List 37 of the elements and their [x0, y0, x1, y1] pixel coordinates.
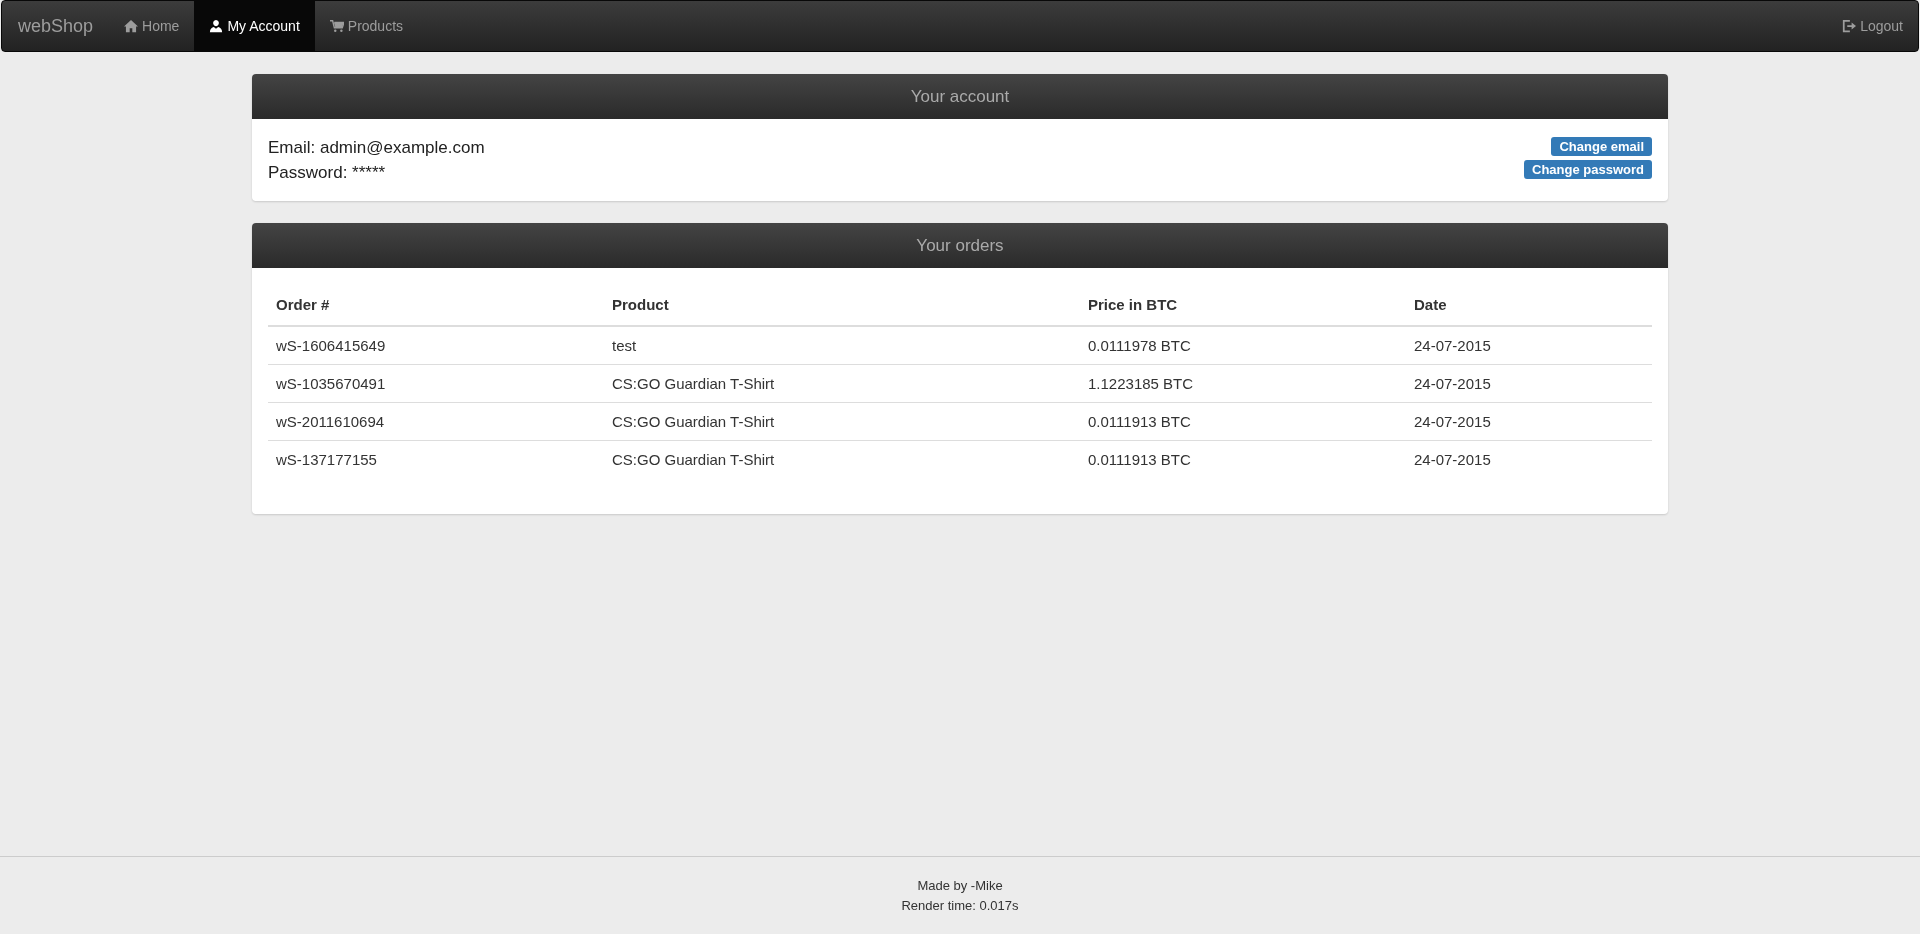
- column-header: Product: [604, 284, 1080, 326]
- table-cell: 24-07-2015: [1406, 402, 1652, 441]
- nav-link[interactable]: My Account: [194, 1, 315, 51]
- table-cell: wS-2011610694: [268, 402, 604, 441]
- change-button[interactable]: Change password: [1524, 160, 1652, 179]
- column-header: Order #: [268, 284, 604, 326]
- table-cell: 24-07-2015: [1406, 326, 1652, 365]
- table-cell: 0.0111913 BTC: [1080, 402, 1406, 441]
- footer-text: Render time: 0.017s: [901, 896, 1019, 915]
- nav-link[interactable]: Home: [109, 1, 195, 51]
- footer-text: Made by -Mike: [917, 876, 1003, 895]
- table-cell: test: [604, 326, 1080, 365]
- table-cell: wS-137177155: [268, 440, 604, 478]
- table-cell: CS:GO Guardian T-Shirt: [604, 402, 1080, 441]
- cart-icon: [329, 19, 344, 33]
- panel-title: Your account: [252, 74, 1668, 119]
- logout-icon: [1842, 19, 1857, 33]
- column-header: Date: [1406, 284, 1652, 326]
- column-header: Price in BTC: [1080, 284, 1406, 326]
- panel-title: Your orders: [252, 223, 1668, 268]
- email-text: Email: admin@example.com: [268, 137, 485, 159]
- password-text: Password: *****: [268, 162, 387, 184]
- table-cell: wS-1606415649: [268, 326, 604, 365]
- table-cell: 1.1223185 BTC: [1080, 364, 1406, 403]
- nav-link[interactable]: Products: [314, 1, 419, 51]
- table-cell: wS-1035670491: [268, 364, 604, 403]
- home-icon: [124, 19, 139, 33]
- table-cell: 24-07-2015: [1406, 440, 1652, 478]
- logout-link[interactable]: Logout: [1827, 1, 1918, 51]
- change-button[interactable]: Change email: [1551, 137, 1652, 156]
- table-cell: 0.0111978 BTC: [1080, 326, 1406, 365]
- table-cell: CS:GO Guardian T-Shirt: [604, 364, 1080, 403]
- table-cell: CS:GO Guardian T-Shirt: [604, 440, 1080, 478]
- table-cell: 0.0111913 BTC: [1080, 440, 1406, 478]
- brand-link[interactable]: webShop: [2, 1, 110, 51]
- table-cell: 24-07-2015: [1406, 364, 1652, 403]
- user-icon: [209, 19, 224, 33]
